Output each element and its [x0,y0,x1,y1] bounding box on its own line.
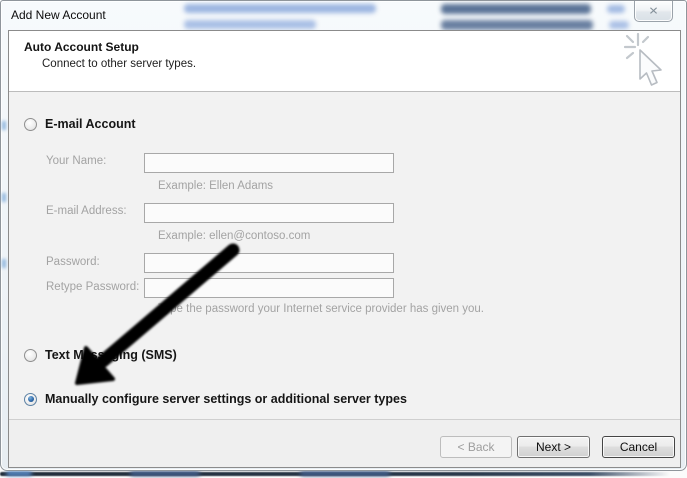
button-bar: < Back Next > Cancel [9,419,680,467]
email-address-field[interactable] [144,203,394,223]
background-window-artifact [441,4,591,14]
email-address-hint: Example: ellen@contoso.com [158,230,310,242]
screenshot-root: Add New Account ✕ Auto Account Setup Con… [0,0,687,478]
glass-reflection [2,259,6,268]
glass-reflection [2,121,6,130]
email-address-label: E-mail Address: [46,205,127,217]
window-title: Add New Account [11,8,106,22]
radio-label: Text Messaging (SMS) [45,348,177,362]
background-window-artifact [184,20,316,29]
dialog-body: Auto Account Setup Connect to other serv… [8,30,681,468]
background-window-artifact [441,20,593,30]
your-name-field[interactable] [144,153,394,173]
radio-icon [24,349,37,362]
password-label: Password: [46,256,100,268]
add-new-account-dialog: Add New Account ✕ Auto Account Setup Con… [0,0,687,471]
cancel-button[interactable]: Cancel [602,436,675,458]
back-button[interactable]: < Back [440,436,512,458]
next-button[interactable]: Next > [517,436,590,458]
password-note: Type the password your Internet service … [158,303,484,315]
background-artifact [300,471,390,476]
form-area: E-mail Account Your Name: Example: Ellen… [9,92,680,420]
radio-selected-icon [24,393,37,406]
retype-password-field[interactable] [144,278,394,298]
background-window-artifact [607,5,625,13]
radio-option-manual-setup[interactable]: Manually configure server settings or ad… [24,392,407,406]
your-name-hint: Example: Ellen Adams [158,180,273,192]
background-artifact [130,471,200,476]
retype-password-label: Retype Password: [46,281,139,293]
radio-icon [24,118,37,131]
background-artifact [6,471,32,476]
glass-reflection [2,193,6,202]
radio-label: E-mail Account [45,117,136,131]
background-window-artifact [184,4,376,13]
wizard-header: Auto Account Setup Connect to other serv… [9,31,680,92]
close-button[interactable]: ✕ [634,1,673,22]
title-bar[interactable]: Add New Account [1,1,686,30]
password-field[interactable] [144,253,394,273]
radio-option-text-messaging[interactable]: Text Messaging (SMS) [24,348,177,362]
background-window-artifact [609,21,629,29]
radio-label: Manually configure server settings or ad… [45,392,407,406]
wizard-header-subtitle: Connect to other server types. [42,58,196,70]
cursor-sparkle-icon [624,33,674,90]
close-icon: ✕ [648,6,658,17]
radio-option-email-account[interactable]: E-mail Account [24,117,136,131]
your-name-label: Your Name: [46,155,106,167]
wizard-header-title: Auto Account Setup [24,40,139,54]
